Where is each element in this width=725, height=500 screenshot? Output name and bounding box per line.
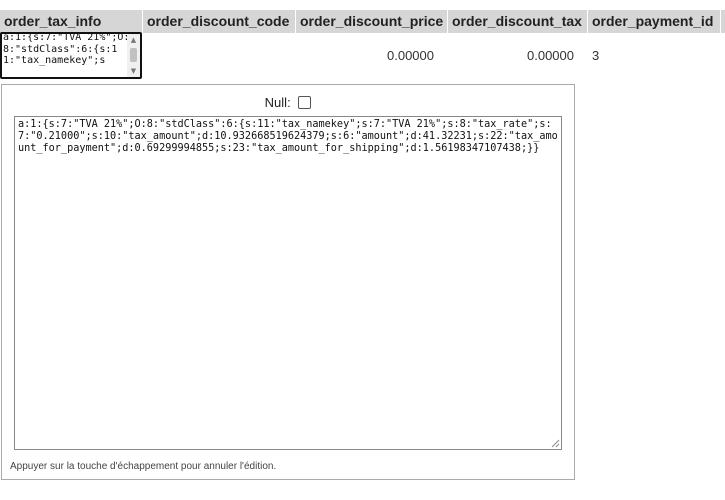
cell-edit-popup: Null: a:1:{s:7:"TVA 21%";O:8:"stdClass":…: [1, 84, 575, 480]
scrollbar-thumb[interactable]: [130, 48, 137, 62]
column-header-partial: [721, 10, 725, 33]
column-header-order-tax-info[interactable]: order_tax_info: [0, 10, 142, 33]
scroll-up-icon[interactable]: ▲: [127, 34, 140, 46]
order-discount-price-value[interactable]: 0.00000: [387, 48, 434, 63]
column-header-order-payment-id[interactable]: order_payment_id: [588, 10, 720, 33]
cell-editor-scrollbar[interactable]: ▲ ▼: [127, 34, 140, 77]
value-textarea-text: a:1:{s:7:"TVA 21%";O:8:"stdClass":6:{s:1…: [18, 119, 558, 154]
order-payment-id-value[interactable]: 3: [592, 48, 599, 63]
null-toggle-row: Null:: [2, 94, 574, 110]
column-header-order-discount-code[interactable]: order_discount_code: [143, 10, 295, 33]
column-header-order-discount-tax[interactable]: order_discount_tax: [448, 10, 587, 33]
order-tax-info-cell-editor[interactable]: a:1:{s:7:"TVA 21%";O:8:"stdClass":6:{s:1…: [0, 32, 142, 79]
null-checkbox[interactable]: [298, 96, 312, 110]
value-textarea[interactable]: a:1:{s:7:"TVA 21%";O:8:"stdClass":6:{s:1…: [14, 116, 562, 450]
order-discount-tax-value[interactable]: 0.00000: [527, 48, 574, 63]
null-label: Null:: [264, 95, 291, 111]
order-tax-info-cell-text: a:1:{s:7:"TVA 21%";O:8:"stdClass":6:{s:1…: [3, 32, 130, 66]
escape-hint: Appuyer sur la touche d'échappement pour…: [10, 461, 277, 472]
resize-handle-icon[interactable]: [551, 439, 560, 448]
scroll-down-icon[interactable]: ▼: [127, 65, 140, 77]
column-header-order-discount-price[interactable]: order_discount_price: [296, 10, 447, 33]
